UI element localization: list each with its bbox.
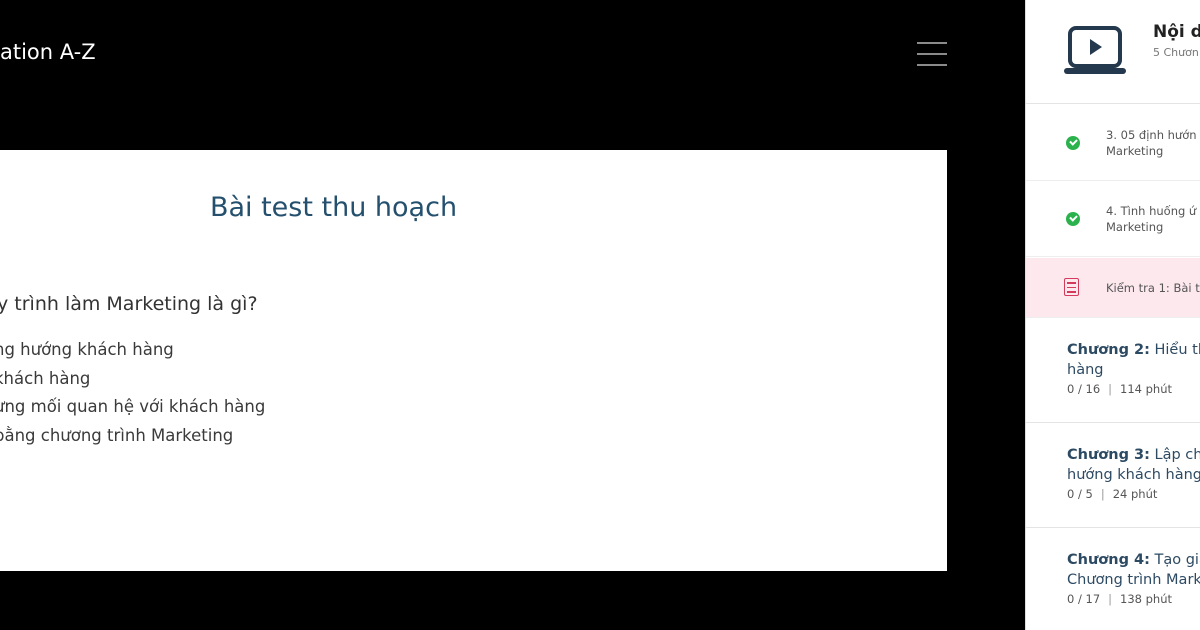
lesson-label: 3. 05 định hướn Marketing — [1106, 127, 1197, 159]
chapter-name: Lập chiế — [1154, 447, 1200, 463]
sidebar-header: Nội du 5 Chươn — [1026, 0, 1200, 104]
chapter-duration: 24 phút — [1112, 487, 1158, 501]
lesson-item-active-quiz[interactable]: Kiểm tra 1: Bài t — [1026, 258, 1200, 318]
chapter-progress: 0 / 17 — [1067, 592, 1101, 606]
sidebar-title: Nội du — [1153, 22, 1200, 42]
check-circle-icon — [1066, 136, 1080, 150]
lesson-label-line: Marketing — [1106, 220, 1164, 234]
answer-option[interactable]: ng hướng khách hàng — [0, 336, 265, 365]
lesson-label-line: Marketing — [1106, 144, 1164, 158]
chapter-title: Chương 4: Tạo giá Chương trình Mark — [1067, 550, 1200, 590]
chapter-progress: 0 / 5 — [1067, 487, 1093, 501]
chapter-name: Hiểu thị — [1154, 342, 1200, 358]
chapter-number: Chương 3: — [1067, 447, 1150, 463]
chapter-meta: 0 / 5 | 24 phút — [1067, 487, 1158, 501]
chapter-duration: 114 phút — [1120, 382, 1173, 396]
check-circle-icon — [1066, 212, 1080, 226]
chapter-meta: 0 / 17 | 138 phút — [1067, 592, 1173, 606]
chapter-item[interactable]: Chương 2: Hiểu thị hàng 0 / 16|114 phút — [1026, 318, 1200, 423]
course-content-sidebar: Nội du 5 Chươn 3. 05 định hướn Marketing… — [1025, 0, 1200, 630]
chapter-name: hàng — [1067, 362, 1104, 378]
answer-option[interactable]: bằng chương trình Marketing — [0, 422, 265, 451]
quiz-item-label: Kiểm tra 1: Bài t — [1106, 281, 1200, 295]
lesson-item[interactable]: 3. 05 định hướn Marketing — [1026, 105, 1200, 181]
chapter-title: Chương 2: Hiểu thị hàng — [1067, 340, 1200, 380]
chapter-number: Chương 2: — [1067, 342, 1150, 358]
quiz-title: Bài test thu hoạch — [209, 192, 458, 223]
chapter-name: hướng khách hàng — [1067, 467, 1200, 483]
quiz-question: y trình làm Marketing là gì? — [0, 293, 258, 315]
answer-list: ng hướng khách hàng khách hàng ựng mối q… — [0, 336, 265, 450]
menu-icon-bar — [917, 53, 947, 55]
lesson-item[interactable]: 4. Tình huống ứ Marketing — [1026, 181, 1200, 257]
quiz-card: Bài test thu hoạch y trình làm Marketing… — [0, 150, 947, 571]
answer-option[interactable]: khách hàng — [0, 365, 265, 394]
chapter-number: Chương 4: — [1067, 552, 1150, 568]
chapter-item[interactable]: Chương 4: Tạo giá Chương trình Mark 0 / … — [1026, 528, 1200, 630]
menu-icon[interactable] — [917, 42, 947, 68]
chapter-duration: 138 phút — [1120, 592, 1173, 606]
answer-option[interactable]: ựng mối quan hệ với khách hàng — [0, 393, 265, 422]
chapter-item[interactable]: Chương 3: Lập chiế hướng khách hàng 0 / … — [1026, 423, 1200, 528]
video-player-icon — [1064, 26, 1126, 74]
lesson-label: 4. Tình huống ứ Marketing — [1106, 203, 1196, 235]
chapter-title: Chương 3: Lập chiế hướng khách hàng — [1067, 445, 1200, 485]
menu-icon-bar — [917, 42, 947, 44]
course-title: ation A-Z — [0, 40, 96, 64]
chapter-name: Chương trình Mark — [1067, 572, 1200, 588]
chapter-progress: 0 / 16 — [1067, 382, 1101, 396]
lesson-label-line: 3. 05 định hướn — [1106, 128, 1197, 142]
chapter-name: Tạo giá — [1154, 552, 1200, 568]
quiz-list-icon — [1064, 278, 1079, 296]
sidebar-subtitle: 5 Chươn — [1153, 46, 1199, 59]
chapter-meta: 0 / 16 | 114 phút — [1067, 382, 1173, 396]
lesson-label-line: 4. Tình huống ứ — [1106, 204, 1197, 218]
menu-icon-bar — [917, 64, 947, 66]
